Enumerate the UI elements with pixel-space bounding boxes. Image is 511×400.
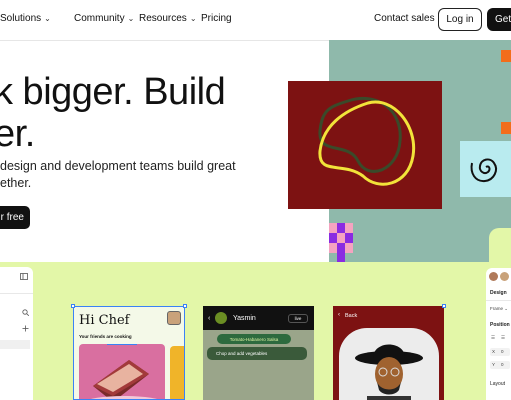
hero-headline-line2: er.	[0, 113, 35, 155]
art-lime-corner	[489, 228, 511, 262]
cake-illustration	[88, 360, 160, 400]
frame1-subtitle: Your friends are cooking	[79, 334, 132, 339]
chevron-down-icon: ⌄	[44, 14, 51, 23]
align-center-icon[interactable]: ☰	[501, 335, 505, 341]
chevron-down-icon: ⌄	[189, 14, 197, 23]
art-orange-square	[501, 50, 511, 62]
x-input[interactable]: X 0	[490, 348, 510, 356]
x-label: X	[492, 349, 496, 354]
blob-shapes-illustration	[318, 96, 416, 186]
nav-community[interactable]: Community ⌄	[74, 13, 134, 24]
food-image	[170, 346, 185, 400]
align-left-icon[interactable]: ☰	[491, 335, 495, 341]
contact-sales-link[interactable]: Contact sales	[374, 13, 435, 24]
art-maroon-panel	[288, 81, 442, 209]
divider	[0, 293, 33, 294]
live-badge: live	[288, 314, 308, 323]
hero-subtext-line2: ether.	[0, 176, 32, 190]
spiral-icon	[470, 158, 497, 183]
frame-yasmin[interactable]: ‹ Yasmin live Tomato-Habanero Salsa Chop…	[203, 306, 314, 400]
frame-hi-chef[interactable]: Hi Chef Your friends are cooking	[73, 306, 185, 400]
frame3-back[interactable]: Back	[345, 313, 357, 319]
hero-cta-button[interactable]: r free	[0, 206, 30, 229]
selection-handle[interactable]	[71, 304, 75, 308]
back-chevron-icon[interactable]: ‹	[208, 315, 210, 322]
divider	[486, 300, 511, 301]
portrait-illustration	[355, 344, 423, 400]
nav-community-label: Community	[74, 13, 125, 24]
avatar	[489, 272, 498, 281]
nav-solutions[interactable]: Solutions ⌄	[0, 13, 51, 24]
art-lightblue-panel	[460, 141, 511, 197]
frame-dropdown-label: Frame	[490, 306, 504, 311]
recipe-tag: Tomato-Habanero Salsa	[217, 334, 291, 344]
frame2-name: Yasmin	[233, 315, 256, 322]
y-value: 0	[501, 362, 504, 367]
login-button[interactable]: Log in	[438, 8, 482, 31]
cake-image	[79, 344, 165, 400]
frame-dropdown[interactable]: Frame ⌄	[490, 306, 508, 312]
frame-profile[interactable]: ‹ Back	[333, 306, 444, 400]
checker-pattern-icon	[329, 223, 353, 263]
selection-guide	[107, 344, 137, 345]
avatar	[215, 312, 227, 324]
avatar	[500, 272, 509, 281]
nav-resources-label: Resources	[139, 13, 187, 24]
search-icon[interactable]	[22, 309, 29, 316]
y-input[interactable]: Y 0	[490, 361, 510, 369]
back-chevron-icon[interactable]: ‹	[338, 312, 340, 318]
position-label: Position	[490, 322, 510, 328]
frame1-title: Hi Chef	[79, 313, 130, 328]
layer-row-selected[interactable]	[0, 340, 30, 349]
chat-bubble: Chop and add vegetables	[207, 347, 307, 360]
chevron-down-icon: ⌄	[504, 306, 509, 311]
nav-pricing-label: Pricing	[201, 13, 232, 24]
selection-handle[interactable]	[442, 304, 446, 308]
get-started-button[interactable]: Get	[487, 8, 511, 31]
avatar	[167, 311, 181, 325]
hero-headline-line1: k bigger. Build	[0, 71, 226, 113]
art-orange-square	[501, 122, 511, 134]
hero-subtext-line1: design and development teams build great	[0, 159, 236, 173]
y-label: Y	[492, 362, 496, 367]
x-value: 0	[501, 349, 504, 354]
sidebar-toggle-icon[interactable]	[20, 273, 28, 280]
chevron-down-icon: ⌄	[127, 14, 135, 23]
nav-solutions-label: Solutions	[0, 13, 42, 24]
profile-photo	[339, 328, 439, 400]
plus-icon[interactable]	[22, 325, 29, 332]
nav-resources[interactable]: Resources ⌄	[139, 13, 197, 24]
design-tab[interactable]: Design	[490, 290, 507, 296]
nav-pricing[interactable]: Pricing	[201, 13, 232, 24]
contact-sales-label: Contact sales	[374, 13, 435, 24]
editor-left-panel	[0, 267, 33, 400]
selection-handle[interactable]	[183, 304, 187, 308]
layout-label: Layout	[490, 381, 506, 387]
